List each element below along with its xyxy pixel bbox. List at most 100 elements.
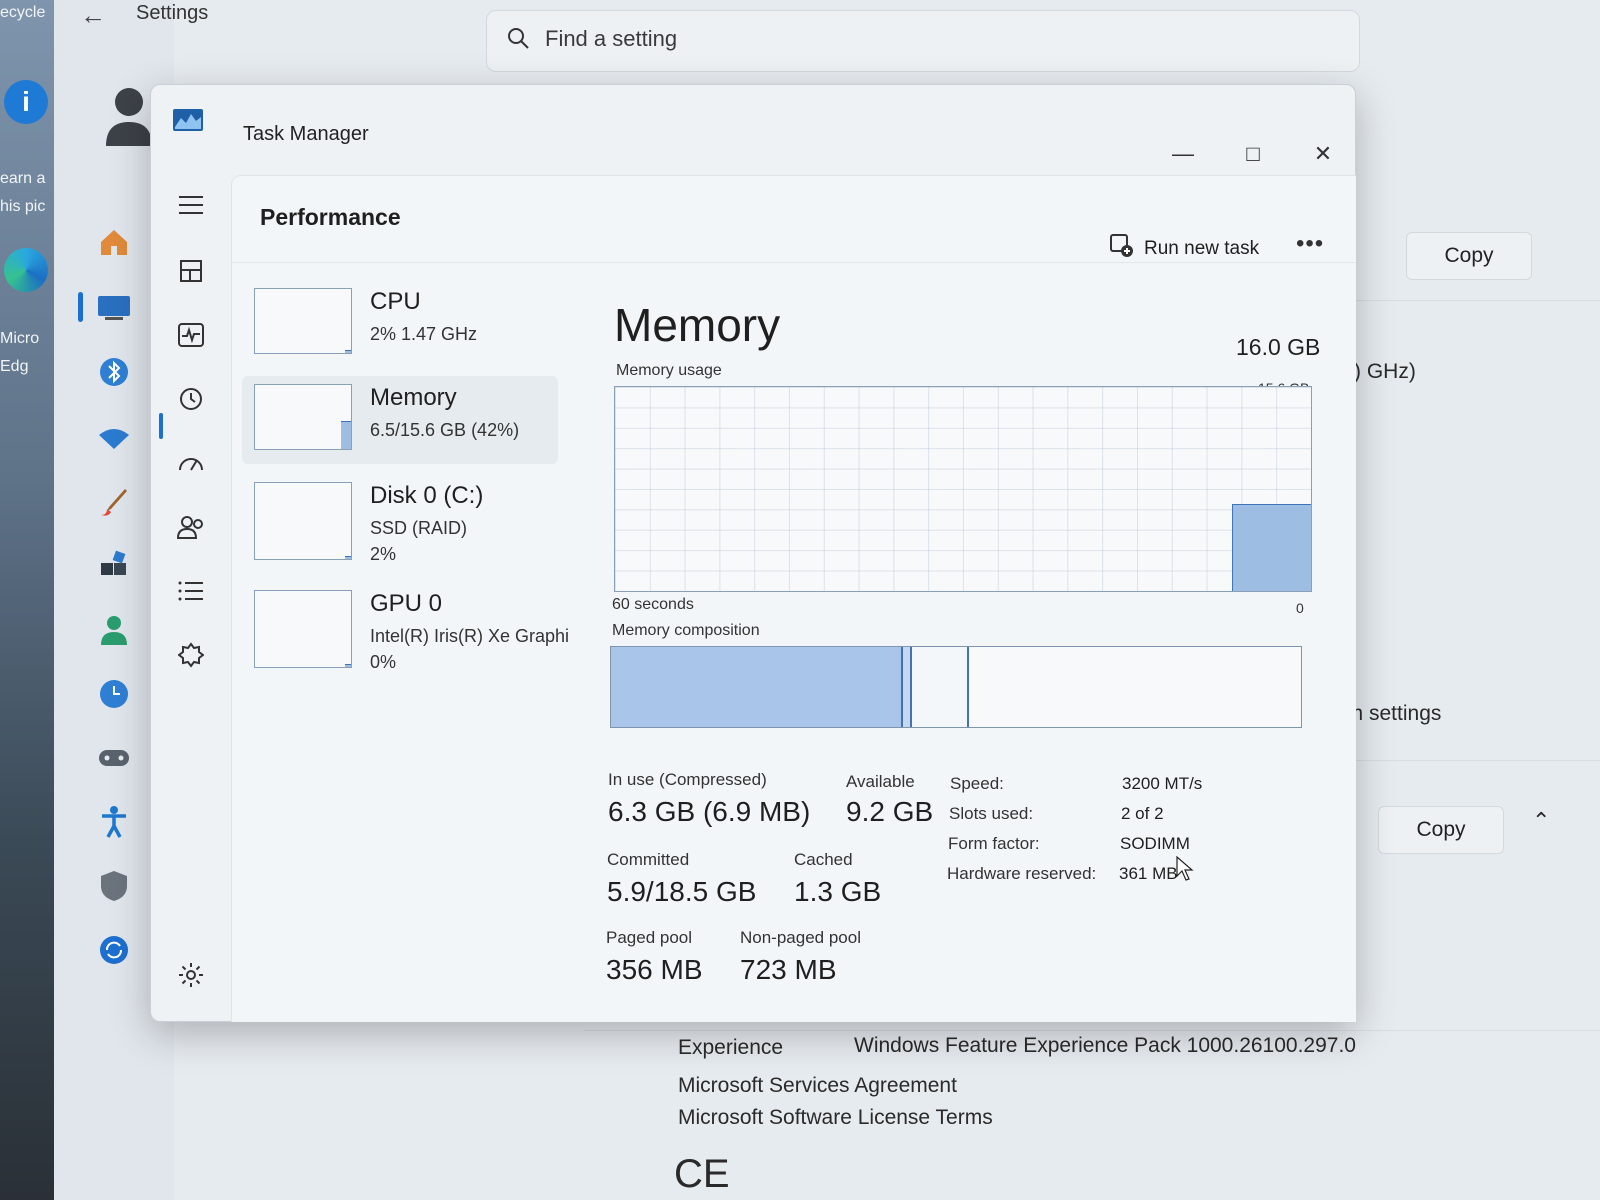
copy-button-windows-spec[interactable]: Copy	[1378, 806, 1504, 854]
mini-graph-fill	[345, 556, 351, 559]
speed-value: 3200 MT/s	[1122, 774, 1203, 793]
committed-label: Committed	[607, 850, 690, 869]
avatar[interactable]	[104, 84, 154, 148]
window-title: Task Manager	[243, 123, 369, 145]
search-input[interactable]	[543, 25, 1147, 53]
system-icon[interactable]	[94, 288, 134, 328]
wifi-icon[interactable]	[94, 418, 134, 458]
experience-label: Experience	[678, 1036, 784, 1059]
desktop-icon-label[interactable]: Edg	[0, 358, 28, 376]
available-label: Available	[846, 772, 915, 791]
services-agreement-link[interactable]: Microsoft Services Agreement	[678, 1074, 957, 1098]
graph-zero-label: 0	[1296, 600, 1304, 616]
desktop-icon-label[interactable]: his pic	[0, 198, 45, 216]
app-history-icon[interactable]	[173, 381, 209, 417]
device-detail: Intel(R) Iris(R) Xe Graphi	[370, 626, 570, 646]
non-paged-pool-value: 723 MB	[740, 954, 837, 985]
run-new-task-label: Run new task	[1144, 238, 1260, 259]
divider	[1332, 300, 1600, 301]
device-item-memory[interactable]: Memory 6.5/15.6 GB (42%)	[242, 376, 558, 464]
gaming-icon[interactable]	[94, 738, 134, 778]
device-name: CPU	[370, 288, 421, 315]
apps-icon[interactable]	[94, 546, 134, 586]
desktop-icon-label[interactable]: Micro	[0, 330, 39, 348]
device-item-gpu[interactable]: GPU 0 Intel(R) Iris(R) Xe Graphi 0%	[242, 582, 569, 682]
edge-icon[interactable]	[4, 248, 48, 292]
accounts-icon[interactable]	[94, 610, 134, 650]
device-spec-snippet: ) GHz)	[1354, 360, 1416, 383]
device-name: Memory	[370, 384, 457, 411]
hardware-reserved-value: 361 MB	[1119, 864, 1178, 883]
slots-used-value: 2 of 2	[1121, 804, 1164, 823]
memory-composition-bar	[610, 646, 1302, 728]
close-button[interactable]: ✕	[1303, 139, 1343, 169]
paged-pool-label: Paged pool	[606, 928, 693, 947]
paged-pool-value: 356 MB	[606, 954, 703, 985]
cpu-mini-graph	[254, 288, 352, 354]
minimize-button[interactable]: —	[1163, 139, 1203, 169]
memory-usage-fill	[1232, 504, 1311, 591]
run-new-task-button[interactable]: Run new task	[1110, 234, 1259, 264]
available-value: 9.2 GB	[846, 796, 934, 827]
task-manager-app-icon	[173, 109, 203, 131]
settings-gear-icon[interactable]	[173, 957, 209, 993]
home-icon[interactable]	[94, 222, 134, 262]
device-item-disk[interactable]: Disk 0 (C:) SSD (RAID) 2%	[242, 474, 558, 574]
processes-icon[interactable]	[173, 253, 209, 289]
personalization-icon[interactable]	[94, 482, 134, 522]
desktop-icon-label[interactable]: ecycle	[0, 4, 45, 22]
startup-apps-icon[interactable]	[173, 445, 209, 481]
in-use-label: In use (Compressed)	[608, 770, 767, 789]
more-options-button[interactable]: •••	[1296, 230, 1324, 258]
search-icon	[505, 25, 531, 56]
license-terms-link[interactable]: Microsoft Software License Terms	[678, 1106, 993, 1130]
in-use-value: 6.3 GB (6.9 MB)	[608, 796, 811, 827]
task-manager-nav-rail	[151, 175, 231, 1021]
device-detail: 6.5/15.6 GB (42%)	[370, 420, 520, 440]
desktop-icon-label[interactable]: earn a	[0, 170, 45, 188]
back-arrow-icon[interactable]: ←	[80, 0, 106, 31]
cached-label: Cached	[794, 850, 853, 869]
disk-mini-graph	[254, 482, 352, 560]
services-icon[interactable]	[173, 637, 209, 673]
maximize-button[interactable]: □	[1233, 139, 1273, 169]
hamburger-menu-icon[interactable]	[173, 187, 209, 223]
composition-standby	[912, 647, 969, 727]
mini-graph-fill	[345, 664, 351, 667]
mini-graph-fill	[341, 421, 351, 449]
slots-used-label: Slots used:	[949, 804, 1034, 823]
info-icon[interactable]: i	[4, 80, 48, 124]
windows-update-icon[interactable]	[94, 930, 134, 970]
settings-search[interactable]	[486, 10, 1360, 72]
time-language-icon[interactable]	[94, 674, 134, 714]
accessibility-icon[interactable]	[94, 802, 134, 842]
device-item-cpu[interactable]: CPU 2% 1.47 GHz	[242, 280, 558, 368]
users-icon[interactable]	[173, 509, 209, 545]
privacy-security-icon[interactable]	[94, 866, 134, 906]
committed-value: 5.9/18.5 GB	[607, 876, 757, 907]
details-icon[interactable]	[173, 573, 209, 609]
chevron-up-icon[interactable]: ⌃	[1532, 808, 1550, 834]
device-usage: 0%	[370, 652, 397, 672]
performance-page: Performance Run new task ••• CPU 2% 1.47…	[231, 175, 1356, 1022]
copy-button[interactable]: Copy	[1406, 232, 1532, 280]
device-detail: SSD (RAID)	[370, 518, 468, 538]
graph-time-label: 60 seconds	[612, 596, 694, 613]
memory-title: Memory	[614, 299, 781, 351]
non-paged-pool-label: Non-paged pool	[740, 928, 861, 947]
page-title: Performance	[260, 204, 401, 230]
rail-selection-indicator	[159, 413, 163, 439]
run-task-icon	[1110, 234, 1134, 264]
memory-composition-label: Memory composition	[612, 622, 760, 639]
settings-title: Settings	[136, 2, 209, 24]
performance-icon[interactable]	[173, 317, 209, 353]
memory-mini-graph	[254, 384, 352, 450]
memory-total: 16.0 GB	[1236, 334, 1321, 360]
form-factor-label: Form factor:	[948, 834, 1040, 853]
bluetooth-icon[interactable]	[94, 352, 134, 392]
divider	[1324, 760, 1600, 761]
task-manager-window: Task Manager — □ ✕ Performance Run new t…	[150, 84, 1356, 1022]
desktop-strip: ecycle i earn a his pic Micro Edg	[0, 0, 54, 1200]
composition-modified	[903, 647, 912, 727]
hardware-reserved-label: Hardware reserved:	[947, 864, 1097, 883]
